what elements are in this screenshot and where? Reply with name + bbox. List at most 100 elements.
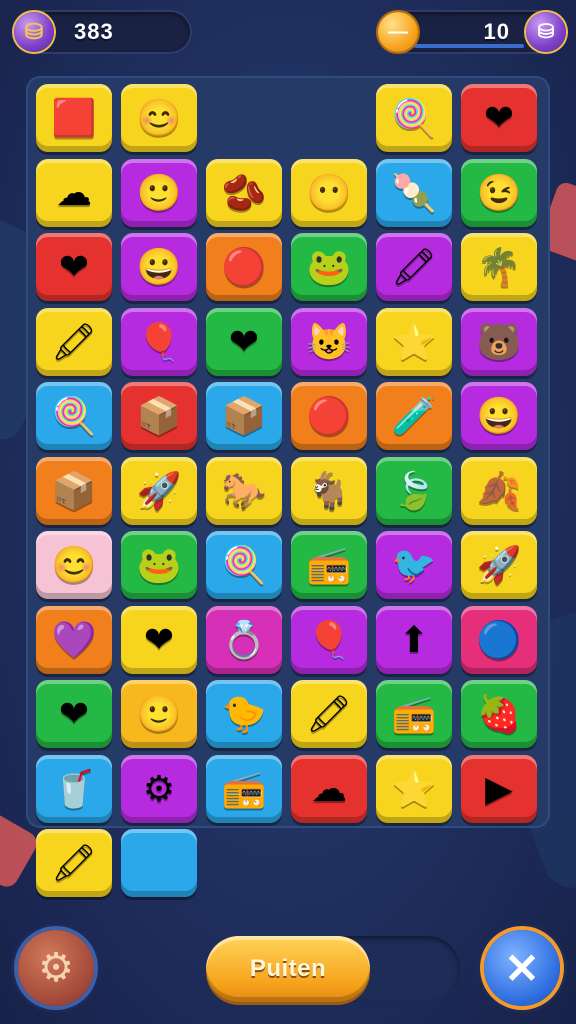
board-tile[interactable]: 🍓 (461, 680, 537, 748)
board-tile[interactable]: 🍂 (461, 456, 537, 525)
board-tile[interactable]: 📦 (36, 456, 112, 525)
board-tile[interactable]: 🐸 (121, 531, 197, 599)
board-tile[interactable]: 💍 (206, 605, 282, 674)
board-tile[interactable]: 🍭 (376, 84, 452, 152)
crayon-icon: 🖍 (51, 842, 97, 883)
board-tile[interactable]: 🍃 (376, 456, 452, 525)
red-box-icon: 🟥 (51, 97, 97, 138)
heart-icon: ❤ (143, 618, 175, 660)
duck-icon: 🐤 (221, 693, 267, 734)
board-tile[interactable]: 🧪 (376, 382, 452, 450)
board-tile[interactable]: 🟥 (36, 84, 112, 152)
cloud-icon: ☁ (311, 767, 347, 809)
board-tile[interactable]: 📻 (291, 531, 367, 599)
wink-face-icon: 😉 (476, 171, 522, 213)
board-tile[interactable]: 🖍 (291, 680, 367, 748)
board-tile[interactable]: 🔴 (206, 233, 282, 301)
ring-icon: 💍 (221, 618, 267, 660)
berry-icon: 🍓 (476, 693, 522, 734)
board-tile[interactable]: 📻 (206, 754, 282, 823)
cup-icon: 🥤 (51, 767, 97, 809)
board-tile[interactable]: 😉 (461, 158, 537, 227)
board-tile[interactable]: 🌴 (461, 233, 537, 301)
jellybean-icon: 🫘 (221, 171, 267, 213)
main-action-button[interactable]: Puiten (206, 936, 370, 1002)
red-face-icon: 😊 (136, 97, 182, 138)
board-tile[interactable]: 🐐 (291, 456, 367, 525)
board-tile[interactable]: 🎈 (121, 307, 197, 376)
board-tile[interactable]: 🐸 (291, 233, 367, 301)
board-tile[interactable]: 🖍 (36, 829, 112, 897)
board-tile[interactable]: 🐻 (461, 307, 537, 376)
board-tile[interactable]: ▶ (461, 754, 537, 823)
board-tile[interactable]: 🎈 (291, 605, 367, 674)
horse-icon: 🐐 (306, 469, 352, 511)
heart-icon: ❤ (228, 320, 260, 362)
bird-icon: 🐦 (391, 544, 437, 585)
board-tile[interactable]: 🚀 (461, 531, 537, 599)
rocket-icon: 🚀 (136, 469, 182, 511)
board-tile[interactable]: ⚙ (121, 754, 197, 823)
board-tile[interactable]: 😀 (461, 382, 537, 450)
red-blob-icon: 🔴 (306, 395, 352, 436)
currency-counter: — 10 ⛁ (378, 12, 566, 52)
board-tile[interactable]: ⬆ (376, 605, 452, 674)
crayon-icon: 🖍 (306, 693, 352, 734)
heart-icon: ❤ (483, 97, 515, 138)
red-blob-icon: 🔴 (221, 246, 267, 287)
board-tile[interactable]: ❤ (121, 605, 197, 674)
board-tile[interactable]: ⭐ (376, 754, 452, 823)
crayon-icon: 🖍 (51, 320, 97, 362)
gem-icon[interactable]: ⛁ (526, 12, 566, 52)
gem-icon[interactable]: ⛁ (14, 12, 54, 52)
board-tile[interactable]: 📦 (206, 382, 282, 450)
board-tile[interactable]: 🫘 (206, 158, 282, 227)
board-tile[interactable]: 🍭 (36, 382, 112, 450)
board-tile[interactable]: 🚀 (121, 456, 197, 525)
blue-creature-icon: 😺 (306, 320, 352, 362)
radio-icon: 📻 (391, 693, 437, 734)
board-tile[interactable]: 🐤 (206, 680, 282, 748)
board-tile[interactable]: 🔵 (461, 605, 537, 674)
board-tile[interactable]: 😶 (291, 158, 367, 227)
board-tile[interactable]: 🐦 (376, 531, 452, 599)
arrow-icon: ▶ (485, 767, 513, 809)
coin-icon[interactable]: — (378, 12, 418, 52)
board-tile[interactable]: 💜 (36, 605, 112, 674)
board-tile[interactable]: 🐎 (206, 456, 282, 525)
close-button[interactable]: ✕ (484, 930, 560, 1006)
heart-icon: ❤ (58, 693, 90, 734)
star-icon: ⭐ (391, 767, 437, 809)
board-tile[interactable]: ⭐ (376, 307, 452, 376)
green-creature-icon: 🐸 (136, 544, 182, 585)
board-tile[interactable]: 🖍 (36, 307, 112, 376)
radio-icon: 📻 (221, 767, 267, 809)
board-tile[interactable]: 📦 (121, 382, 197, 450)
board-tile[interactable]: 🙂 (121, 158, 197, 227)
settings-button[interactable]: ⚙ (18, 930, 94, 1006)
board-tile[interactable]: 🙂 (121, 680, 197, 748)
board-tile[interactable]: 🥤 (36, 754, 112, 823)
board-tile[interactable]: ❤ (206, 307, 282, 376)
board-tile[interactable]: ☁ (291, 754, 367, 823)
board-tile[interactable]: 🖍 (376, 233, 452, 301)
board-tile[interactable]: 😀 (121, 233, 197, 301)
board-tile[interactable]: 🍭 (206, 531, 282, 599)
green-cloud-icon: ☁ (56, 171, 92, 213)
board-tile[interactable] (121, 829, 197, 897)
board-tile[interactable]: 📻 (376, 680, 452, 748)
board-tile[interactable]: 😊 (36, 531, 112, 599)
board-tile[interactable]: ❤ (36, 233, 112, 301)
board-tile[interactable]: ❤ (36, 680, 112, 748)
board-tile[interactable]: 😺 (291, 307, 367, 376)
smile-face-icon: 😊 (51, 544, 97, 585)
board-tile[interactable]: 😊 (121, 84, 197, 152)
board-tile[interactable]: ❤ (461, 84, 537, 152)
board-tile[interactable]: ☁ (36, 158, 112, 227)
board-tile[interactable]: 🔴 (291, 382, 367, 450)
lollipop-icon: 🍭 (221, 544, 267, 585)
board-tile[interactable]: 🍡 (376, 158, 452, 227)
score-counter: ⛁ 383 (14, 12, 190, 52)
purple-face-icon: 😶 (306, 171, 352, 213)
lollipop-icon: 🍭 (51, 395, 97, 436)
